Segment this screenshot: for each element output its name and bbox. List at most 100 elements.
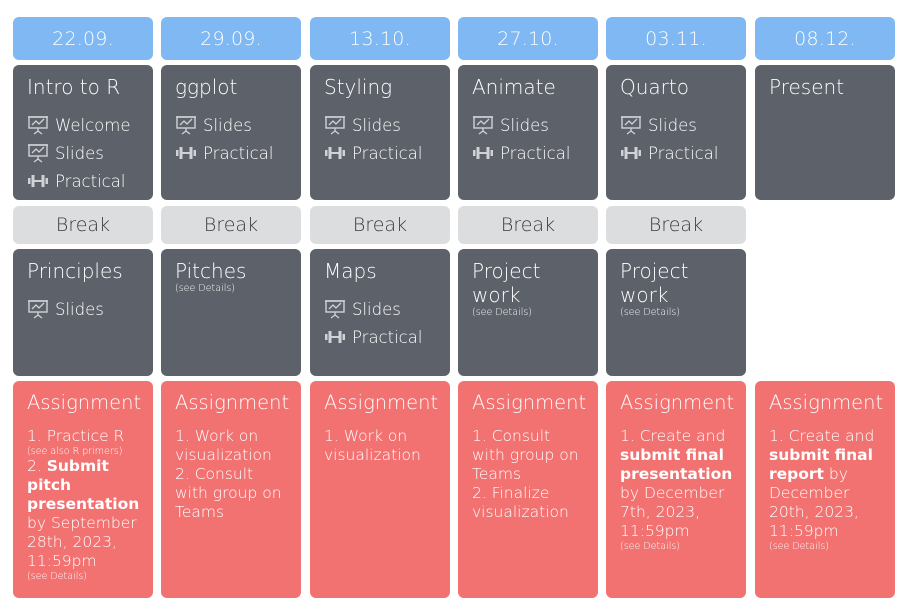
assignment-line-text: 2. [27, 457, 47, 475]
assignment-title: Assignment [620, 391, 735, 414]
break-block: Break [310, 206, 450, 244]
session-title: Pitches [175, 259, 247, 283]
session-link-practical[interactable]: Practical [175, 139, 287, 167]
session-link-label: Practical [352, 327, 423, 347]
assignment-line: 1. Consult with group on Teams [472, 427, 584, 484]
session-title: Intro to R [27, 75, 121, 99]
assignment-line: 2. Finalize visualization [472, 484, 584, 522]
date-header: 13.10. [310, 17, 450, 60]
session-link-label: Slides [648, 115, 697, 135]
details-link[interactable]: (see Details) [27, 571, 139, 582]
session-title: Styling [324, 75, 393, 99]
session-link-slides[interactable]: Slides [620, 111, 732, 139]
details-link[interactable]: (see Details) [620, 541, 732, 552]
details-link[interactable]: (see Details) [472, 307, 584, 318]
presentation-icon [324, 299, 346, 319]
break-block: Break [606, 206, 746, 244]
presentation-icon [324, 115, 346, 135]
assignment-card: Assignment 1. Work on visualization 2. Con… [161, 381, 301, 598]
session-card: ggplot Slides Practical [161, 65, 301, 200]
session-card: Animate Slides Practical [458, 65, 598, 200]
session-link-slides[interactable]: Slides [27, 139, 139, 167]
session-card: Styling Slides Practical [310, 65, 450, 200]
assignment-text: 1. Practice R (see also R primers) 2. Subm… [27, 427, 139, 582]
date-header: 27.10. [458, 17, 598, 60]
assignment-line: 2. Submit pitch presentation by Septembe… [27, 457, 139, 571]
date-header: 29.09. [161, 17, 301, 60]
session-link-practical[interactable]: Practical [324, 139, 436, 167]
assignment-line-text: 1. Consult with group on Teams [472, 427, 579, 483]
assignment-card: Assignment 1. Create and submit final pre… [606, 381, 746, 598]
assignment-line-text: by December 7th, 2023, 11:59pm [620, 484, 725, 540]
session-link-slides[interactable]: Slides [175, 111, 287, 139]
session-title: Quarto [620, 75, 689, 99]
session-title: ggplot [175, 75, 238, 99]
assignment-line: 2. Consult with group on Teams [175, 465, 287, 522]
dumbbell-icon [324, 143, 346, 163]
presentation-icon [175, 115, 197, 135]
break-block: Break [161, 206, 301, 244]
assignment-line-text: 1. Work on visualization [175, 427, 272, 464]
session-link-label: Practical [55, 171, 126, 191]
session-card: Project work (see Details) [606, 249, 746, 376]
details-link[interactable]: (see Details) [769, 541, 881, 552]
session-link-label: Practical [203, 143, 274, 163]
session-title: Project work [472, 259, 541, 307]
break-block: Break [13, 206, 153, 244]
dumbbell-icon [472, 143, 494, 163]
assignment-text: 1. Consult with group on Teams 2. Finaliz… [472, 427, 584, 522]
session-link-practical[interactable]: Practical [324, 323, 436, 351]
details-link[interactable]: (see also R primers) [27, 446, 139, 457]
session-title: Animate [472, 75, 556, 99]
session-link-practical[interactable]: Practical [472, 139, 584, 167]
details-link[interactable]: (see Details) [175, 283, 287, 294]
assignment-title: Assignment [27, 391, 142, 414]
dumbbell-icon [27, 171, 49, 191]
assignment-line: (see also R primers) [27, 446, 139, 457]
presentation-icon [472, 115, 494, 135]
dumbbell-icon [620, 143, 642, 163]
session-link-welcome[interactable]: Welcome [27, 111, 139, 139]
assignment-title: Assignment [769, 391, 884, 414]
presentation-icon [27, 143, 49, 163]
date-header: 03.11. [606, 17, 746, 60]
dumbbell-icon [175, 143, 197, 163]
assignment-card: Assignment 1. Create and submit final rep… [755, 381, 895, 598]
details-link[interactable]: (see Details) [620, 307, 732, 318]
session-card: Project work (see Details) [458, 249, 598, 376]
session-card: Principles Slides [13, 249, 153, 376]
session-link-label: Slides [55, 143, 104, 163]
assignment-line-text: 1. Create and [620, 427, 726, 445]
assignment-line-text: by September 28th, 2023, 11:59pm [27, 514, 137, 570]
assignment-card: Assignment 1. Consult with group on Teams… [458, 381, 598, 598]
assignment-line: 1. Create and submit final presentation … [620, 427, 732, 541]
assignment-line: (see Details) [620, 541, 732, 552]
assignment-line-text: 1. Work on visualization [324, 427, 421, 464]
session-title: Principles [27, 259, 123, 283]
session-card: Quarto Slides Practical [606, 65, 746, 200]
session-card: Intro to R Welcome Slides Practical [13, 65, 153, 200]
assignment-line: (see Details) [27, 571, 139, 582]
assignment-text: 1. Work on visualization [324, 427, 436, 465]
assignment-title: Assignment [324, 391, 439, 414]
assignment-line-text: 2. Finalize visualization [472, 484, 569, 521]
session-link-slides[interactable]: Slides [324, 295, 436, 323]
assignment-card: Assignment 1. Work on visualization [310, 381, 450, 598]
session-link-slides[interactable]: Slides [472, 111, 584, 139]
presentation-icon [620, 115, 642, 135]
assignment-card: Assignment 1. Practice R (see also R prime… [13, 381, 153, 598]
session-link-practical[interactable]: Practical [620, 139, 732, 167]
assignment-line: 1. Create and submit final report by Dec… [769, 427, 881, 541]
session-link-practical[interactable]: Practical [27, 167, 139, 195]
session-link-label: Slides [203, 115, 252, 135]
session-link-label: Slides [352, 299, 401, 319]
session-title: Project work [620, 259, 689, 307]
session-link-slides[interactable]: Slides [324, 111, 436, 139]
assignment-text: 1. Work on visualization 2. Consult with … [175, 427, 287, 522]
session-link-label: Welcome [55, 115, 131, 135]
assignment-line: 1. Work on visualization [175, 427, 287, 465]
session-link-slides[interactable]: Slides [27, 295, 139, 323]
session-link-label: Practical [352, 143, 423, 163]
assignment-text: 1. Create and submit final report by Dec… [769, 427, 881, 552]
session-link-label: Slides [352, 115, 401, 135]
